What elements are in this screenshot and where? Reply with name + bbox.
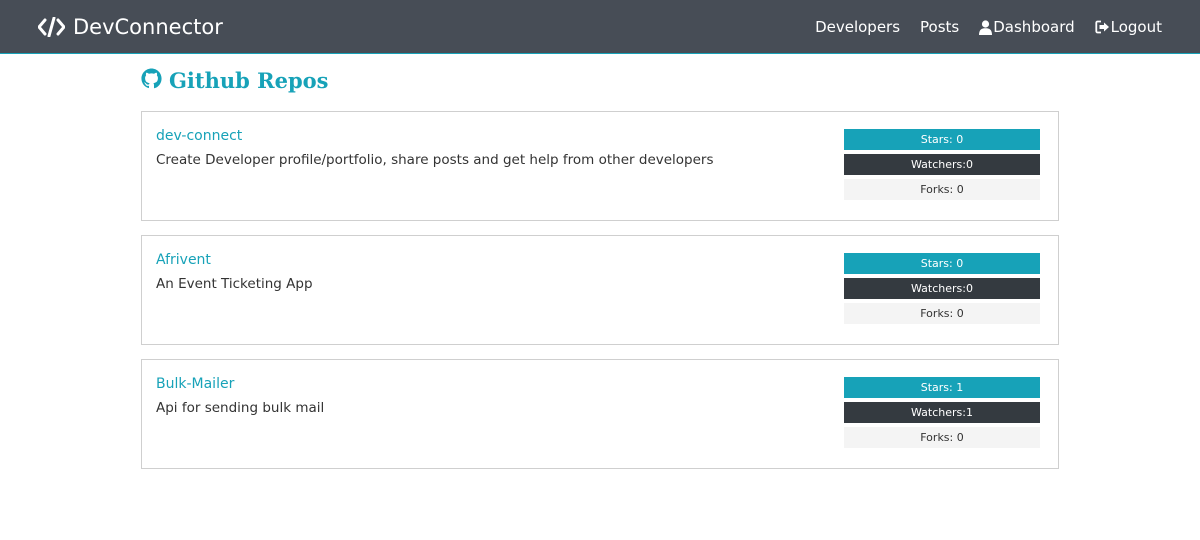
github-icon (141, 67, 162, 93)
sign-out-icon (1095, 20, 1110, 34)
stars-badge: Stars: 0 (844, 253, 1040, 274)
forks-badge: Forks: 0 (844, 303, 1040, 324)
nav-menu: Developers Posts Dashboard Logout (815, 0, 1162, 54)
repo-card: dev-connect Create Developer profile/por… (141, 111, 1059, 221)
page-title: Github Repos (169, 67, 329, 93)
nav-developers-label: Developers (815, 18, 901, 36)
brand-link[interactable]: DevConnector (38, 12, 223, 42)
repo-stats: Stars: 1 Watchers:1 Forks: 0 (844, 377, 1040, 452)
nav-dashboard-label: Dashboard (993, 18, 1075, 36)
forks-badge: Forks: 0 (844, 427, 1040, 448)
nav-developers[interactable]: Developers (815, 18, 900, 36)
watchers-badge: Watchers:0 (844, 278, 1040, 299)
stars-badge: Stars: 0 (844, 129, 1040, 150)
nav-posts-label: Posts (920, 18, 960, 36)
nav-logout[interactable]: Logout (1095, 18, 1162, 36)
repo-card: Afrivent An Event Ticketing App Stars: 0… (141, 235, 1059, 345)
brand-title: DevConnector (73, 15, 223, 39)
repo-name-link[interactable]: Bulk-Mailer (156, 376, 234, 392)
nav-posts[interactable]: Posts (920, 18, 959, 36)
navbar: DevConnector Developers Posts Dashboard (0, 0, 1200, 54)
repo-stats: Stars: 0 Watchers:0 Forks: 0 (844, 253, 1040, 328)
nav-logout-label: Logout (1110, 18, 1162, 36)
code-icon (38, 17, 65, 37)
repo-description: An Event Ticketing App (156, 276, 313, 292)
forks-badge: Forks: 0 (844, 179, 1040, 200)
watchers-badge: Watchers:1 (844, 402, 1040, 423)
repo-description: Api for sending bulk mail (156, 400, 325, 416)
repo-card: Bulk-Mailer Api for sending bulk mail St… (141, 359, 1059, 469)
github-repos-heading: Github Repos (141, 64, 328, 96)
nav-dashboard[interactable]: Dashboard (979, 18, 1075, 36)
repo-name-link[interactable]: Afrivent (156, 252, 211, 268)
user-icon (979, 19, 993, 35)
repo-stats: Stars: 0 Watchers:0 Forks: 0 (844, 129, 1040, 204)
watchers-badge: Watchers:0 (844, 154, 1040, 175)
repo-description: Create Developer profile/portfolio, shar… (156, 152, 714, 168)
repo-name-link[interactable]: dev-connect (156, 128, 242, 144)
stars-badge: Stars: 1 (844, 377, 1040, 398)
